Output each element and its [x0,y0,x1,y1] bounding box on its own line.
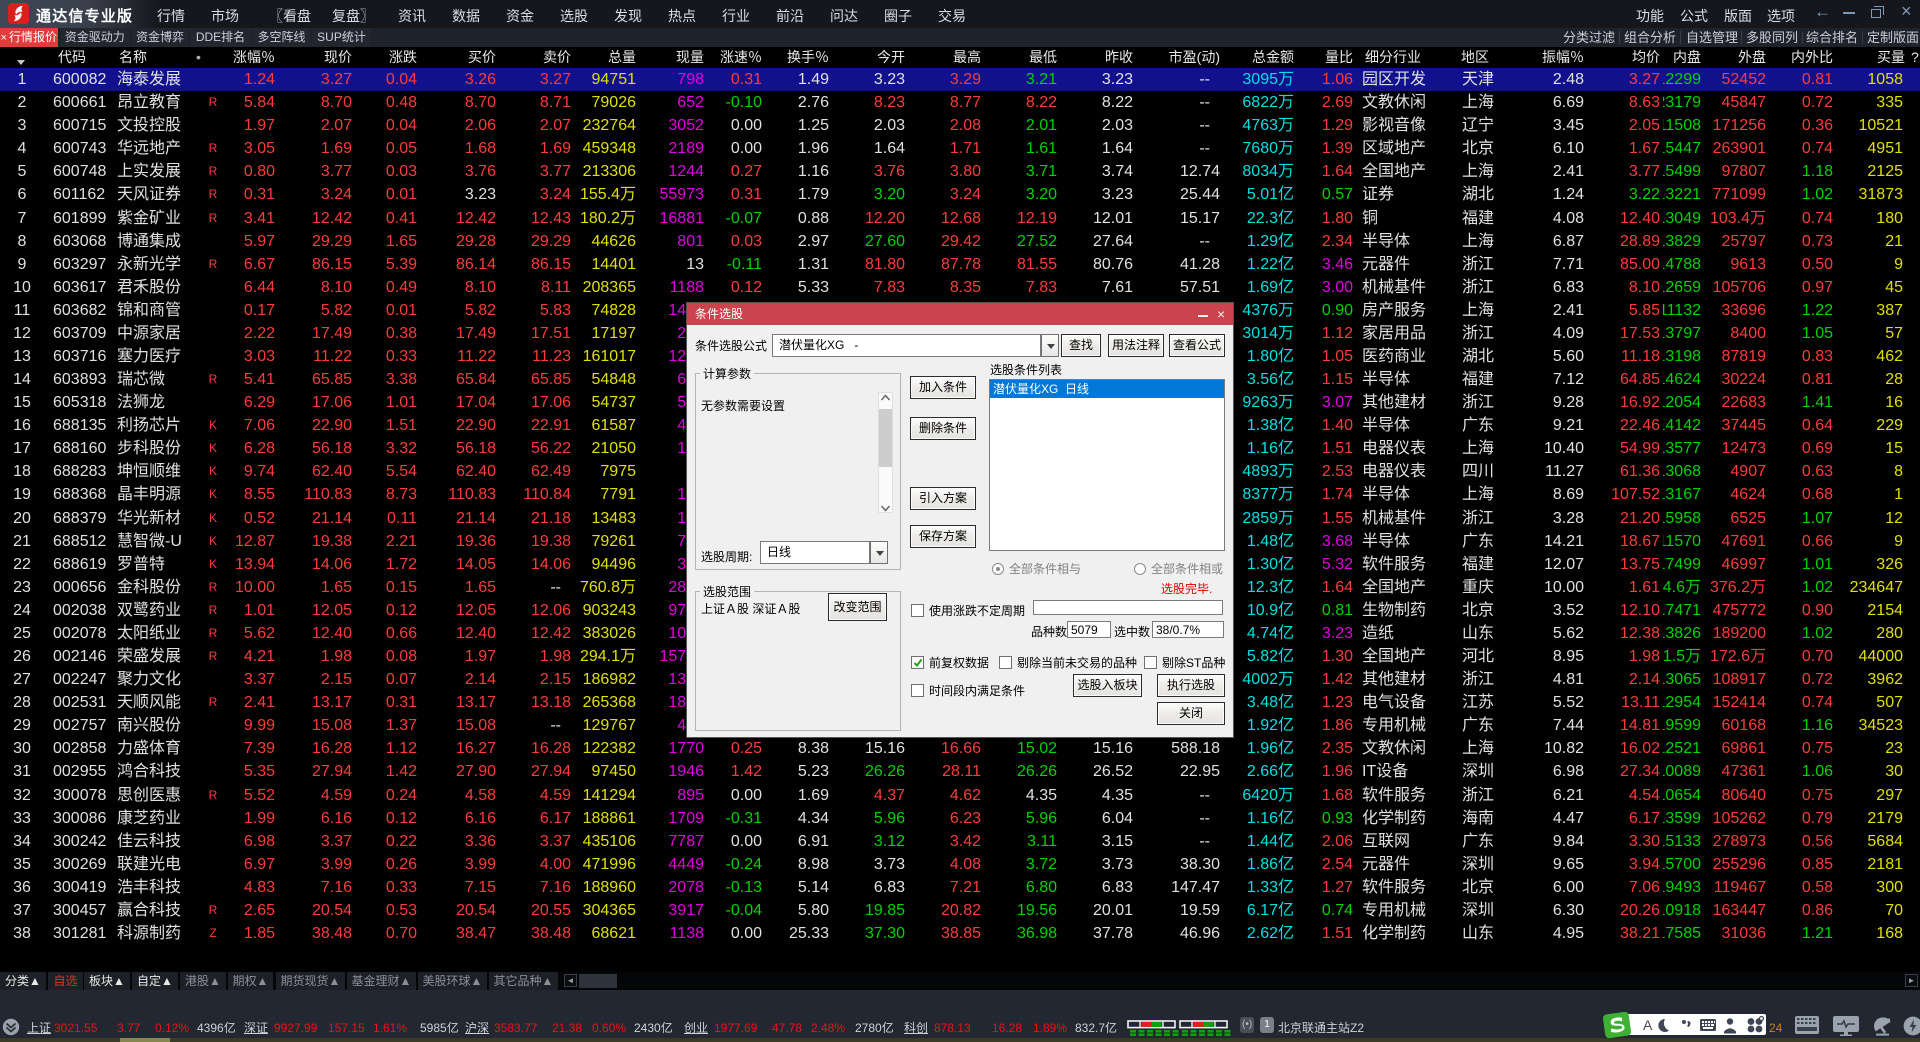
svg-text:A: A [1643,1017,1653,1033]
